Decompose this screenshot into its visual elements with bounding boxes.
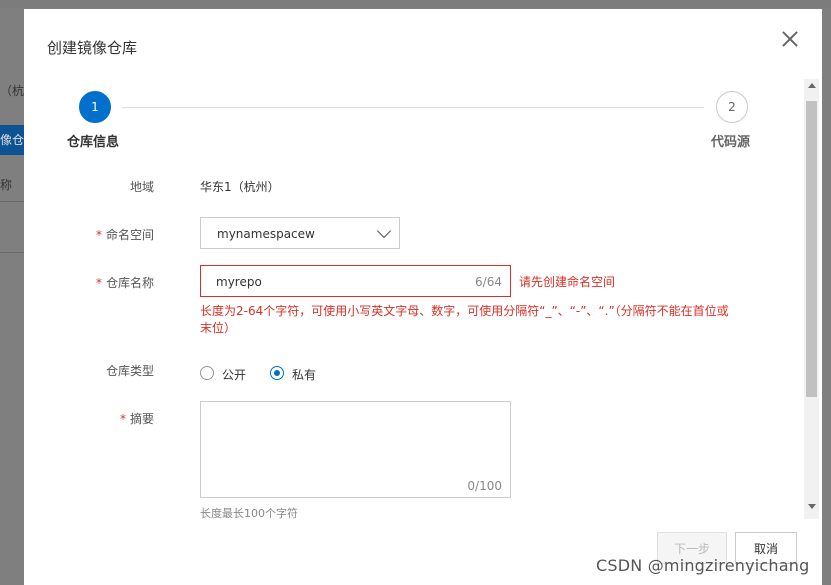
repo-name-field: 6/64 — [200, 265, 511, 297]
background-top-bar — [0, 0, 831, 8]
scroll-up-arrow-icon[interactable] — [808, 83, 816, 88]
create-repo-dialog: 创建镜像仓库 1 2 仓库信息 代码源 地域 华东1（杭州） * 命名空间 myn… — [24, 9, 822, 585]
required-marker: * — [95, 228, 102, 242]
csdn-watermark: CSDN @mingzirenyichang — [596, 556, 810, 575]
required-marker: * — [119, 412, 126, 426]
step-2-label: 代码源 — [711, 135, 751, 150]
radio-public-label[interactable]: 公开 — [222, 366, 246, 383]
required-marker: * — [95, 276, 102, 290]
summary-char-count: 0/100 — [467, 479, 502, 493]
repo-type-label: 仓库类型 — [105, 364, 154, 378]
step-2-indicator: 2 — [716, 91, 748, 123]
background-tab: 像仓库 — [0, 125, 24, 155]
scroll-down-arrow-icon[interactable] — [808, 504, 816, 509]
namespace-select[interactable]: mynamespacew — [200, 217, 400, 249]
step-1-label: 仓库信息 — [67, 135, 120, 150]
radio-public[interactable] — [200, 366, 214, 380]
dialog-title: 创建镜像仓库 — [47, 39, 138, 57]
background-column-header: 称 — [0, 178, 13, 192]
repo-name-label: * 仓库名称 — [95, 276, 154, 290]
region-value: 华东1（杭州） — [200, 180, 280, 194]
radio-private[interactable] — [270, 366, 284, 380]
namespace-label: * 命名空间 — [95, 228, 154, 242]
summary-hint: 长度最长100个字符 — [200, 507, 298, 520]
summary-label: * 摘要 — [119, 412, 154, 426]
namespace-selected-value: mynamespacew — [217, 227, 315, 241]
radio-private-label[interactable]: 私有 — [292, 366, 316, 383]
repo-name-char-count: 6/64 — [475, 275, 502, 289]
scrollbar-thumb[interactable] — [806, 101, 817, 397]
repo-name-error: 请先创建命名空间 — [519, 275, 616, 289]
chevron-down-icon — [376, 223, 392, 239]
step-connector — [122, 107, 704, 108]
background-divider — [0, 252, 24, 253]
summary-textarea[interactable] — [209, 408, 499, 468]
repo-name-input[interactable] — [216, 273, 456, 291]
background-divider — [0, 201, 24, 202]
summary-field: 0/100 — [200, 401, 511, 498]
region-label: 地域 — [129, 180, 154, 194]
close-icon[interactable] — [779, 28, 801, 50]
repo-name-hint: 长度为2-64个字符，可使用小写英文字母、数字，可使用分隔符“_”、“-”、“.… — [200, 304, 729, 335]
step-1-indicator: 1 — [79, 91, 111, 123]
